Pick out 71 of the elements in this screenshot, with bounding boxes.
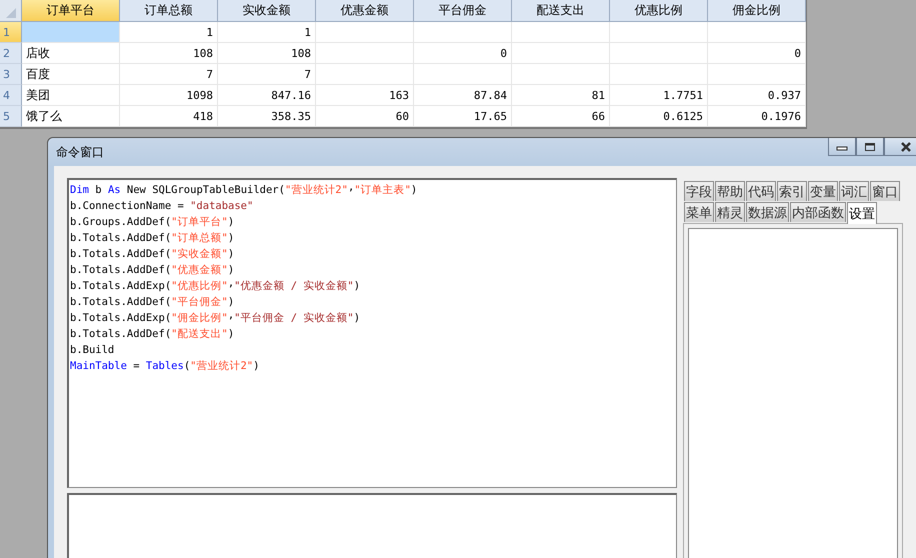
column-header[interactable]: 订单平台 [22,0,120,22]
table-cell: 358.35 [218,106,316,127]
column-header[interactable]: 优惠金额 [316,0,414,22]
maximize-button[interactable] [856,138,884,156]
tab[interactable]: 索引 [777,181,807,201]
column-header[interactable]: 佣金比例 [708,0,806,22]
table-cell: 87.84 [414,85,512,106]
table-cell: 66 [512,106,610,127]
table-cell: 百度 [22,64,120,85]
tab[interactable]: 精灵 [715,202,745,222]
tab[interactable]: 窗口 [870,181,900,201]
table-cell: 美团 [22,85,120,106]
column-header[interactable]: 实收金额 [218,0,316,22]
table-cell: 81 [512,85,610,106]
row-header[interactable]: 1 [0,22,22,43]
table-cell: 1 [120,22,218,43]
row-header[interactable]: 5 [0,106,22,127]
tab[interactable]: 内部函数 [790,202,846,222]
table-cell: 17.65 [414,106,512,127]
code-line: b.Groups.AddDef("订单平台") [70,215,236,230]
table-cell: 0 [414,43,512,64]
close-button[interactable] [884,138,916,156]
tab[interactable]: 字段 [684,181,714,201]
code-line: b.Totals.AddDef("实收金额") [70,247,236,262]
row-header[interactable]: 4 [0,85,22,106]
tab[interactable]: 变量 [808,181,838,201]
code-line: b.Totals.AddDef("配送支出") [70,327,236,342]
tab[interactable]: 菜单 [684,202,714,222]
tab[interactable]: 设置 [847,202,877,224]
table-cell: 847.16 [218,85,316,106]
code-line: MainTable = Tables("营业统计2") [70,359,260,374]
close-icon [900,142,912,152]
table-cell: 418 [120,106,218,127]
tab[interactable]: 数据源 [746,202,789,222]
code-line: b.Totals.AddDef("订单总额") [70,231,236,246]
table-cell: 店收 [22,43,120,64]
table-cell: 1098 [120,85,218,106]
code-line: Dim b As New SQLGroupTableBuilder("营业统计2","订单主表") [70,182,418,198]
table-cell: 1 [218,22,316,43]
table-cell: 7 [218,64,316,85]
tab[interactable]: 帮助 [715,181,745,201]
code-line: b.Totals.AddExp("优惠比例","优惠金额 / 实收金额") [70,278,362,294]
maximize-icon [864,142,876,152]
output-pane[interactable] [67,493,677,558]
row-header[interactable]: 2 [0,43,22,64]
code-line: b.Totals.AddDef("优惠金额") [70,263,236,278]
code-editor[interactable] [67,178,677,488]
table-cell: 108 [218,43,316,64]
table-cell: 163 [316,85,414,106]
window-title: 命令窗口 [55,144,104,160]
table-cell: 7 [120,64,218,85]
table-cell: 0 [708,43,806,64]
minimize-button[interactable] [828,138,856,156]
table-cell: 0.1976 [708,106,806,127]
column-header[interactable]: 订单总额 [120,0,218,22]
table-cell: 60 [316,106,414,127]
table-cell: 108 [120,43,218,64]
table-cell: 0.937 [708,85,806,106]
table-cell: 0.6125 [610,106,708,127]
code-line: b.ConnectionName = "database" [70,199,254,214]
tab[interactable]: 代码 [746,181,776,201]
code-line: b.Totals.AddExp("佣金比例","平台佣金 / 实收金额") [70,310,362,326]
tab[interactable]: 词汇 [839,181,869,201]
row-header[interactable]: 3 [0,64,22,85]
code-line: b.Build [70,343,116,358]
column-header[interactable]: 平台佣金 [414,0,512,22]
table-cell: 1.7751 [610,85,708,106]
code-line: b.Totals.AddDef("平台佣金") [70,295,236,310]
column-header[interactable]: 配送支出 [512,0,610,22]
column-header[interactable]: 优惠比例 [610,0,708,22]
table-cell: 饿了么 [22,106,120,127]
